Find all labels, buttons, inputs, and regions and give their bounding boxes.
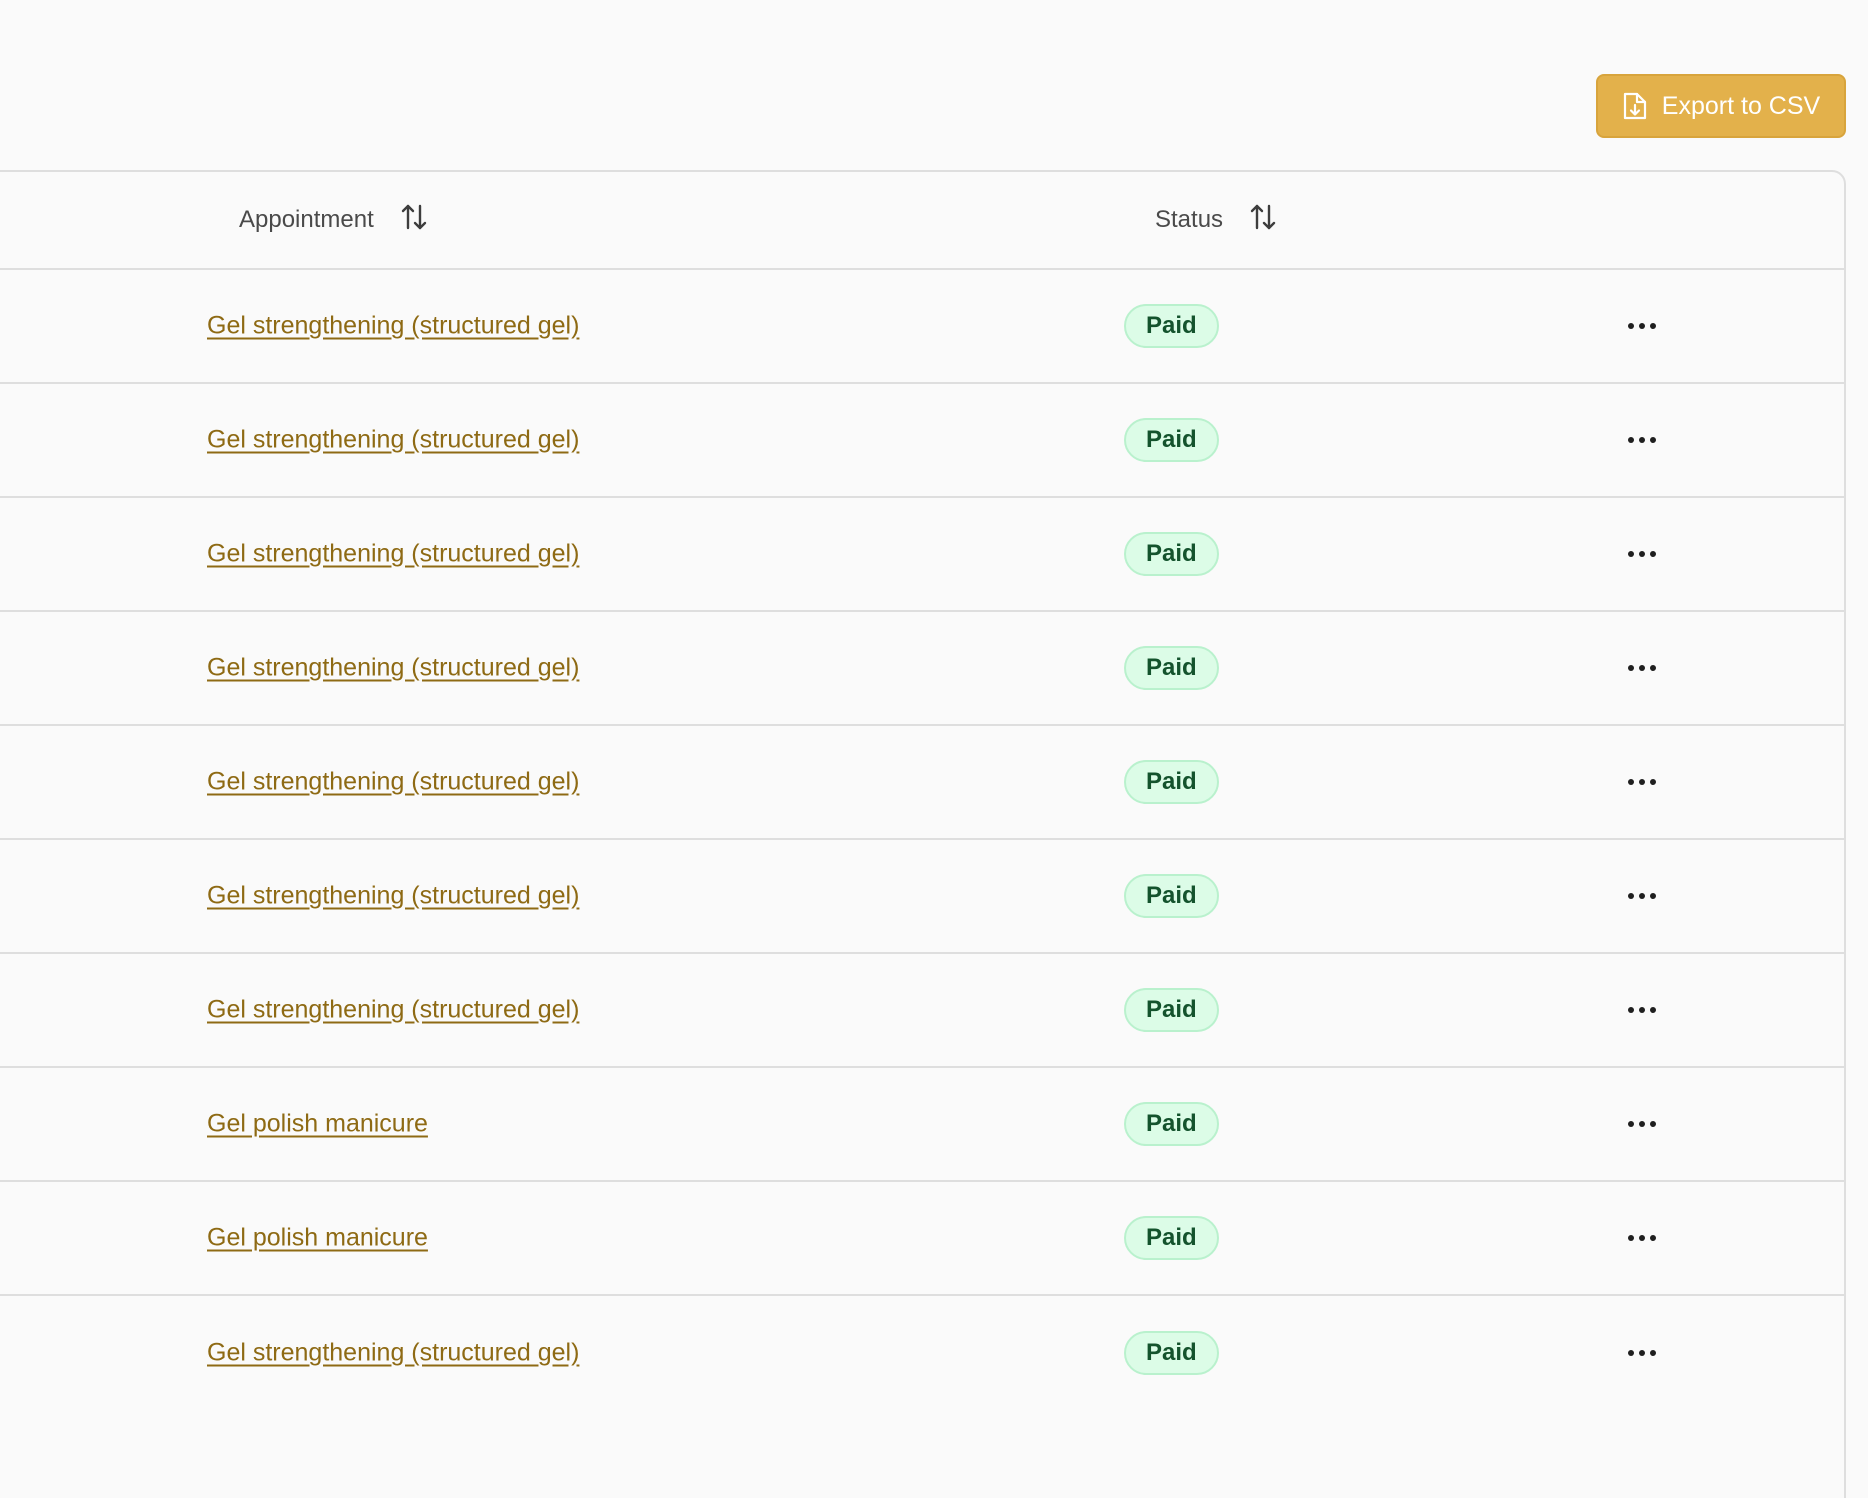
sort-arrows-icon[interactable]	[400, 203, 428, 238]
table-row: Gel strengthening (structured gel) Paid	[0, 498, 1844, 612]
status-badge: Paid	[1124, 1102, 1219, 1146]
export-csv-label: Export to CSV	[1661, 91, 1821, 120]
row-actions-button[interactable]	[1619, 425, 1665, 455]
status-badge: Paid	[1124, 760, 1219, 804]
appointment-link[interactable]: Gel strengthening (structured gel)	[207, 768, 579, 797]
table-row: Gel strengthening (structured gel) Paid	[0, 384, 1844, 498]
more-horizontal-icon-dot	[1639, 1121, 1645, 1127]
table-row: Gel strengthening (structured gel) Paid	[0, 726, 1844, 840]
row-actions-button[interactable]	[1619, 311, 1665, 341]
appointment-link[interactable]: Gel strengthening (structured gel)	[207, 996, 579, 1025]
appointment-link[interactable]: Gel strengthening (structured gel)	[207, 426, 579, 455]
table-row: Gel strengthening (structured gel) Paid	[0, 270, 1844, 384]
more-horizontal-icon	[1628, 1235, 1634, 1241]
row-actions-button[interactable]	[1619, 995, 1665, 1025]
status-badge: Paid	[1124, 1331, 1219, 1375]
more-horizontal-icon	[1628, 551, 1634, 557]
more-horizontal-icon-dot	[1639, 323, 1645, 329]
table-row: Gel strengthening (structured gel) Paid	[0, 1296, 1844, 1410]
appointment-link[interactable]: Gel strengthening (structured gel)	[207, 882, 579, 911]
more-horizontal-icon-dot	[1639, 1235, 1645, 1241]
appointment-link[interactable]: Gel strengthening (structured gel)	[207, 540, 579, 569]
more-horizontal-icon-dot	[1650, 1235, 1656, 1241]
column-header-appointment-label: Appointment	[239, 206, 374, 233]
status-badge: Paid	[1124, 304, 1219, 348]
column-header-appointment: Appointment	[239, 172, 428, 268]
appointments-table: Appointment Status Gel strengthening (st…	[0, 170, 1846, 1498]
table-row: Gel polish manicure Paid	[0, 1068, 1844, 1182]
more-horizontal-icon	[1628, 323, 1634, 329]
more-horizontal-icon-dot	[1639, 1007, 1645, 1013]
table-row: Gel strengthening (structured gel) Paid	[0, 954, 1844, 1068]
appointment-link[interactable]: Gel strengthening (structured gel)	[207, 1339, 579, 1368]
more-horizontal-icon	[1628, 779, 1634, 785]
more-horizontal-icon-dot	[1650, 665, 1656, 671]
status-badge: Paid	[1124, 1216, 1219, 1260]
row-actions-button[interactable]	[1619, 1338, 1665, 1368]
status-badge: Paid	[1124, 646, 1219, 690]
more-horizontal-icon	[1628, 1121, 1634, 1127]
app-root: Export to CSV Appointment Status Gel str…	[0, 0, 1868, 1498]
more-horizontal-icon-dot	[1650, 437, 1656, 443]
table-row: Gel strengthening (structured gel) Paid	[0, 840, 1844, 954]
row-actions-button[interactable]	[1619, 1109, 1665, 1139]
more-horizontal-icon-dot	[1639, 665, 1645, 671]
appointment-link[interactable]: Gel strengthening (structured gel)	[207, 312, 579, 341]
column-header-status: Status	[1155, 172, 1277, 268]
more-horizontal-icon-dot	[1639, 437, 1645, 443]
more-horizontal-icon-dot	[1639, 893, 1645, 899]
table-row: Gel polish manicure Paid	[0, 1182, 1844, 1296]
more-horizontal-icon-dot	[1650, 893, 1656, 899]
more-horizontal-icon-dot	[1639, 551, 1645, 557]
more-horizontal-icon	[1628, 1007, 1634, 1013]
more-horizontal-icon	[1628, 1350, 1634, 1356]
status-badge: Paid	[1124, 532, 1219, 576]
more-horizontal-icon-dot	[1650, 1007, 1656, 1013]
more-horizontal-icon	[1628, 437, 1634, 443]
table-header: Appointment Status	[0, 172, 1844, 270]
more-horizontal-icon	[1628, 893, 1634, 899]
status-badge: Paid	[1124, 988, 1219, 1032]
more-horizontal-icon-dot	[1650, 323, 1656, 329]
row-actions-button[interactable]	[1619, 1223, 1665, 1253]
sort-arrows-icon[interactable]	[1249, 203, 1277, 238]
row-actions-button[interactable]	[1619, 881, 1665, 911]
column-header-status-label: Status	[1155, 206, 1224, 233]
more-horizontal-icon-dot	[1650, 551, 1656, 557]
row-actions-button[interactable]	[1619, 767, 1665, 797]
more-horizontal-icon-dot	[1650, 779, 1656, 785]
more-horizontal-icon-dot	[1639, 1350, 1645, 1356]
more-horizontal-icon-dot	[1639, 779, 1645, 785]
more-horizontal-icon-dot	[1650, 1121, 1656, 1127]
appointment-link[interactable]: Gel polish manicure	[207, 1224, 428, 1253]
row-actions-button[interactable]	[1619, 653, 1665, 683]
appointment-link[interactable]: Gel polish manicure	[207, 1110, 428, 1139]
more-horizontal-icon-dot	[1650, 1350, 1656, 1356]
status-badge: Paid	[1124, 418, 1219, 462]
export-csv-button[interactable]: Export to CSV	[1596, 74, 1846, 138]
appointment-link[interactable]: Gel strengthening (structured gel)	[207, 654, 579, 683]
file-download-icon	[1622, 91, 1648, 121]
more-horizontal-icon	[1628, 665, 1634, 671]
row-actions-button[interactable]	[1619, 539, 1665, 569]
status-badge: Paid	[1124, 874, 1219, 918]
table-row: Gel strengthening (structured gel) Paid	[0, 612, 1844, 726]
